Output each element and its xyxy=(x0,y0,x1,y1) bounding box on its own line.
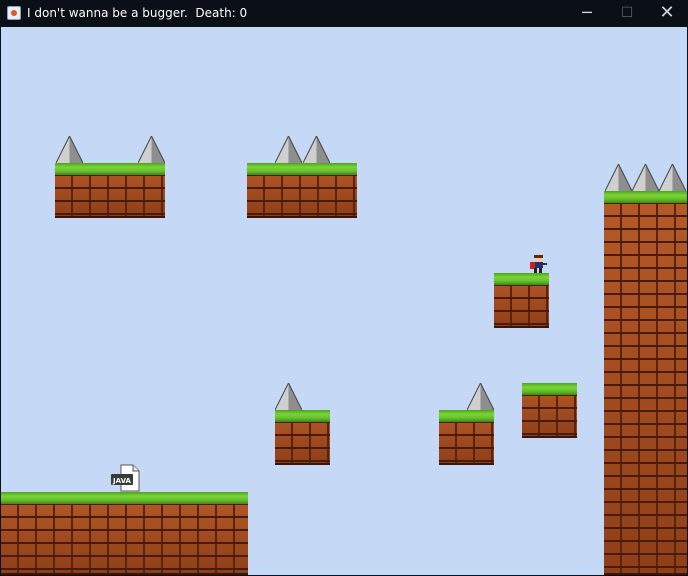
java-app-icon[interactable] xyxy=(7,6,21,20)
spike-icon xyxy=(56,136,83,163)
minimize-button[interactable]: ─ xyxy=(568,0,606,26)
brick-platform-low-1 xyxy=(275,410,330,465)
maximize-button[interactable]: ☐ xyxy=(608,0,646,26)
spike-icon xyxy=(138,136,165,163)
brick-wall-right xyxy=(604,191,687,575)
spike-icon xyxy=(632,164,659,191)
brick-platform-low-2 xyxy=(439,410,494,465)
title-bar[interactable]: I don't wanna be a bugger. Death: 0 ─ ☐ … xyxy=(0,0,688,26)
application-window: I don't wanna be a bugger. Death: 0 ─ ☐ … xyxy=(0,0,688,576)
spike-icon xyxy=(467,383,494,410)
spike-icon xyxy=(659,164,686,191)
game-canvas[interactable]: JAVA xyxy=(1,27,687,575)
brick-platform-top-middle xyxy=(247,163,357,218)
brick-platform-player xyxy=(494,273,549,328)
spike-icon xyxy=(605,164,632,191)
brick-platform-top-left xyxy=(55,163,165,218)
spike-icon xyxy=(275,383,302,410)
brick-platform-low-3 xyxy=(522,383,577,438)
close-button[interactable]: ✕ xyxy=(648,0,686,26)
java-file-label: JAVA xyxy=(113,477,131,485)
window-title: I don't wanna be a bugger. Death: 0 xyxy=(27,6,248,20)
spike-icon xyxy=(275,136,302,163)
spike-icon xyxy=(303,136,330,163)
player-character-icon[interactable] xyxy=(528,254,548,274)
brick-ground xyxy=(1,492,248,575)
